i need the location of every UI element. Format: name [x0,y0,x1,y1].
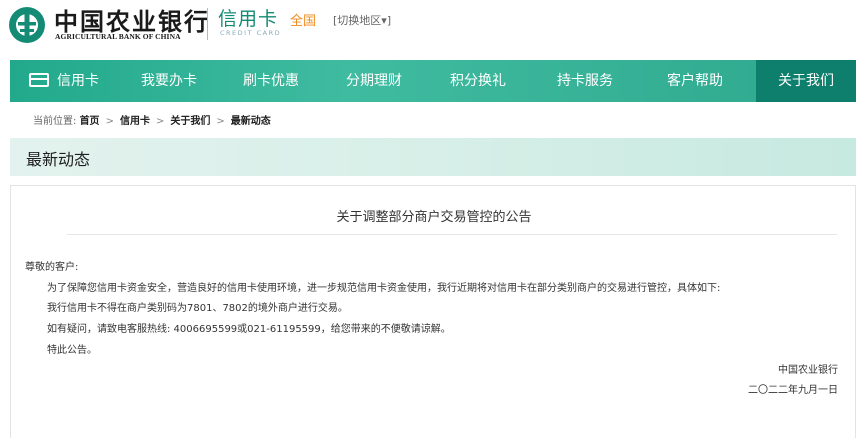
section-header: 最新动态 [10,138,856,176]
section-title: 最新动态 [26,150,91,169]
notice-greeting: 尊敬的客户: [25,262,79,273]
breadcrumb-credit-card[interactable]: 信用卡 [120,116,150,127]
notice-date: 二〇二二年九月一日 [748,385,838,396]
notice-paragraph: 我行信用卡不得在商户类别码为7801、7802的境外商户进行交易。 [47,303,348,314]
credit-card-subtitle: CREDIT CARD [220,29,282,37]
header-divider [207,8,208,40]
notice-divider [67,234,837,235]
breadcrumb-about-us[interactable]: 关于我们 [170,116,210,127]
nav-item-card-service[interactable]: 持卡服务 [530,60,640,102]
breadcrumb-home[interactable]: 首页 [80,116,100,127]
notice-paragraph: 为了保障您信用卡资金安全，营造良好的信用卡使用环境，进一步规范信用卡资金使用，我… [47,283,721,294]
breadcrumb-prefix: 当前位置: [33,116,77,127]
main-nav: 信用卡 我要办卡 刷卡优惠 分期理财 积分换礼 持卡服务 客户帮助 关于我们 [10,60,856,102]
site-header: 中国农业银行 AGRICULTURAL BANK OF CHINA 信用卡 CR… [0,0,860,58]
breadcrumb: 当前位置: 首页 > 信用卡 > 关于我们 > 最新动态 [33,112,271,127]
notice-paragraph: 特此公告。 [47,345,97,356]
breadcrumb-separator: > [105,116,114,127]
credit-card-title[interactable]: 信用卡 [218,4,278,31]
nav-item-installment[interactable]: 分期理财 [322,60,426,102]
abc-logo-icon[interactable] [7,5,47,45]
breadcrumb-separator: > [155,116,165,127]
notice-paragraph: 如有疑问，请致电客服热线: 4006695599或021-61195599，给您… [47,324,451,335]
nav-item-apply[interactable]: 我要办卡 [118,60,220,102]
breadcrumb-latest-news: 最新动态 [230,116,271,127]
breadcrumb-separator: > [216,116,225,127]
nav-item-about-us[interactable]: 关于我们 [756,60,856,102]
nav-item-credit-card[interactable]: 信用卡 [10,60,118,102]
nav-item-label: 信用卡 [57,73,99,89]
notice-title: 关于调整部分商户交易管控的公告 [336,210,532,225]
nav-item-points[interactable]: 积分换礼 [426,60,530,102]
switch-region-link[interactable]: [切换地区▾] [333,12,391,28]
bank-name-en: AGRICULTURAL BANK OF CHINA [55,32,181,41]
nav-item-card-offers[interactable]: 刷卡优惠 [220,60,322,102]
current-region: 全国 [290,14,317,29]
nav-item-help[interactable]: 客户帮助 [640,60,750,102]
notice-signature: 中国农业银行 [778,365,838,376]
credit-card-icon [29,73,49,87]
